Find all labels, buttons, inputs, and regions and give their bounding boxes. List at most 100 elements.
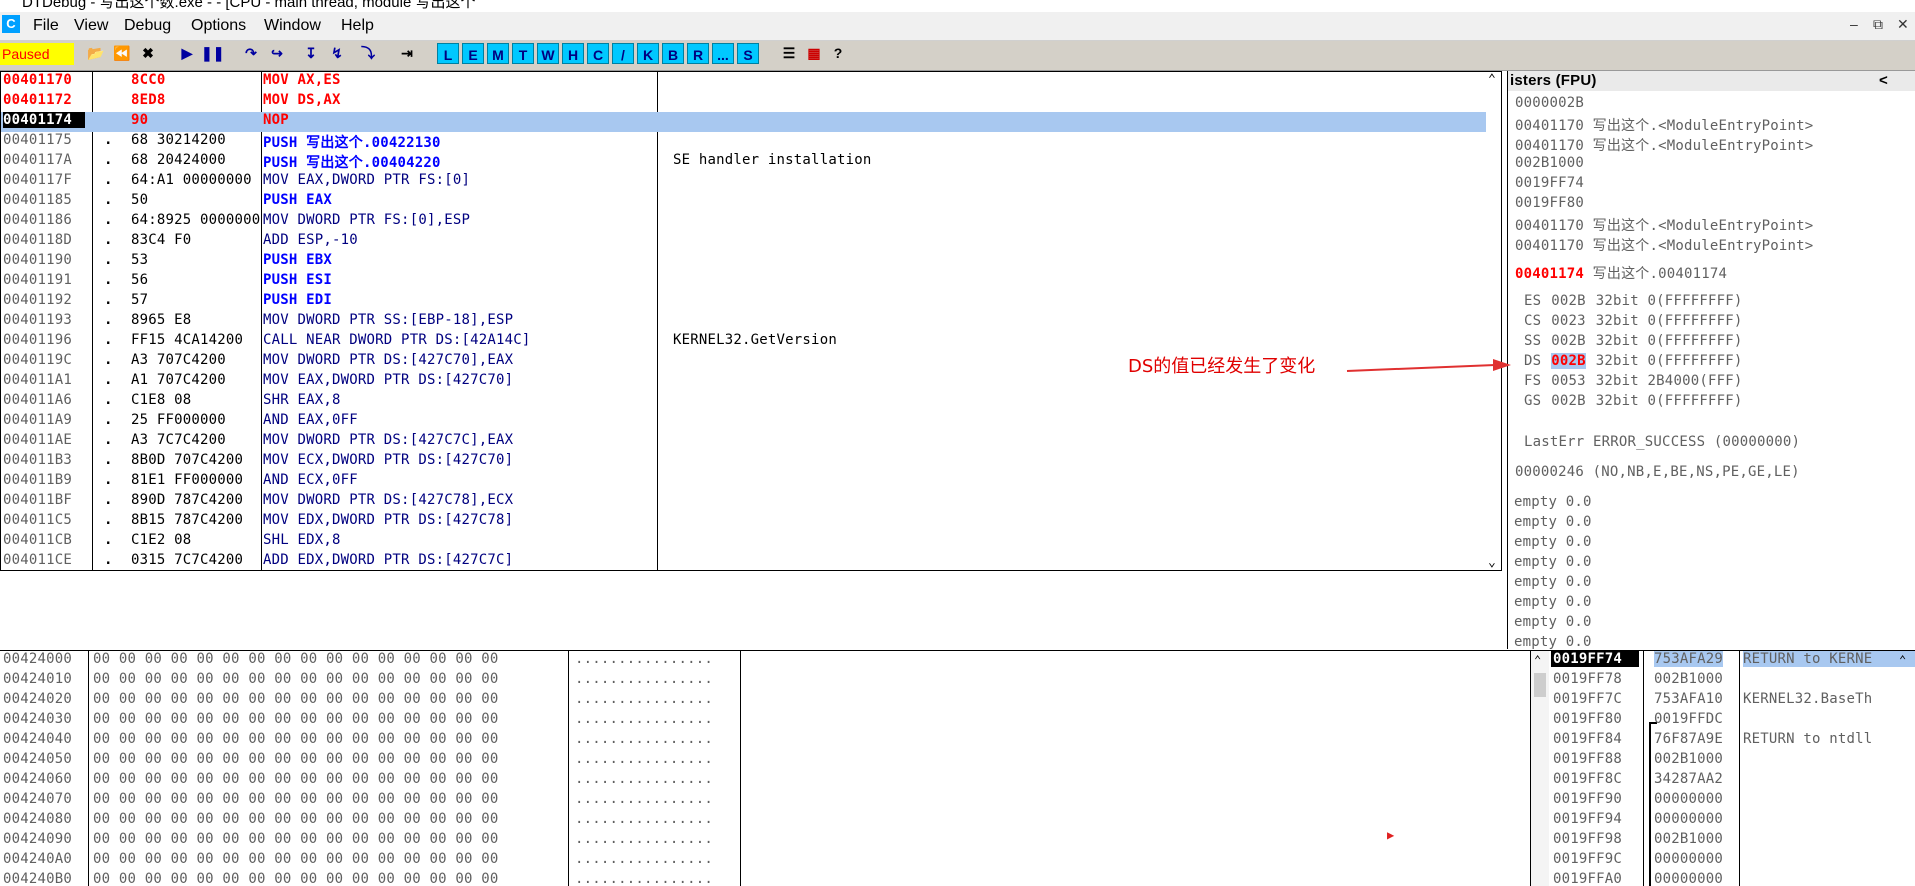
fpu-register-line[interactable]: empty 0.0	[1514, 634, 1592, 649]
disasm-row[interactable]: 0040118D. 83C4 F0 ADD ESP,-10	[1, 232, 1486, 252]
menu-debug[interactable]: Debug	[124, 17, 171, 35]
fpu-register-line[interactable]: empty 0.0	[1514, 614, 1592, 630]
close-icon[interactable]: ✕	[1897, 16, 1909, 33]
stack-row[interactable]: 0019FFA0 00000000	[1531, 871, 1915, 886]
disasm-row[interactable]: 00401175. 68 30214200 PUSH 写出这个.00422130	[1, 132, 1486, 152]
app-icon[interactable]: C	[2, 15, 20, 33]
menu-options[interactable]: Options	[191, 17, 246, 35]
toolbar-button-M[interactable]: M	[487, 43, 509, 64]
segment-register-row[interactable]: GS 002B 32bit 0(FFFFFFFF)	[1524, 393, 1742, 409]
disasm-row[interactable]: 00401174 90 NOP	[1, 112, 1486, 132]
dump-row[interactable]: 00424070 00 00 00 00 00 00 00 00 00 00 00…	[0, 791, 1530, 811]
stack-row[interactable]: 0019FF8C 34287AA2	[1531, 771, 1915, 791]
rewind-icon[interactable]: ⏪	[111, 42, 133, 64]
dump-row[interactable]: 00424000 00 00 00 00 00 00 00 00 00 00 00…	[0, 651, 1530, 671]
stack-row[interactable]: 0019FF80 0019FFDC	[1531, 711, 1915, 731]
eip-line[interactable]: 00401174 写出这个.00401174	[1515, 263, 1727, 283]
stack-row[interactable]: 0019FF84 76F87A9E RETURN to ntdll	[1531, 731, 1915, 751]
disasm-row[interactable]: 004011AE. A3 7C7C4200 MOV DWORD PTR DS:[42…	[1, 432, 1486, 452]
register-line[interactable]: 0019FF80	[1515, 195, 1584, 211]
disasm-row[interactable]: 0040117A. 68 20424000 PUSH 写出这个.00404220 SE…	[1, 152, 1486, 172]
toolbar-button-B[interactable]: B	[662, 43, 684, 64]
registers-pane[interactable]: isters (FPU) < 0000002B 00401170 写出这个.<Mo…	[1507, 71, 1915, 649]
dump-row[interactable]: 00424060 00 00 00 00 00 00 00 00 00 00 00…	[0, 771, 1530, 791]
scroll-down-icon[interactable]: ⌄	[1488, 555, 1496, 570]
disasm-row[interactable]: 00401191. 56 PUSH ESI	[1, 272, 1486, 292]
disasm-row[interactable]: 00401190. 53 PUSH EBX	[1, 252, 1486, 272]
stack-row[interactable]: 0019FF94 00000000	[1531, 811, 1915, 831]
registers-header[interactable]: isters (FPU) <	[1508, 71, 1915, 91]
register-line[interactable]: 0019FF74	[1515, 175, 1584, 191]
menu-window[interactable]: Window	[264, 17, 321, 35]
toolbar-button-L[interactable]: L	[437, 43, 459, 64]
disasm-row[interactable]: 0040117F. 64:A1 00000000 MOV EAX,DWORD PTR…	[1, 172, 1486, 192]
register-line[interactable]: 00401170 写出这个.<ModuleEntryPoint>	[1515, 115, 1813, 135]
fpu-register-line[interactable]: empty 0.0	[1514, 554, 1592, 570]
toolbar-button-slash[interactable]: /	[612, 43, 634, 64]
segment-register-row[interactable]: FS 0053 32bit 2B4000(FFF)	[1524, 373, 1742, 389]
disasm-row[interactable]: 00401170 8CC0 MOV AX,ES	[1, 72, 1486, 92]
grid-icon[interactable]: ▦	[803, 42, 825, 64]
menu-file[interactable]: File	[33, 17, 59, 35]
segment-register-row[interactable]: CS 0023 32bit 0(FFFFFFFF)	[1524, 313, 1742, 329]
stack-row[interactable]: 0019FF9C 00000000	[1531, 851, 1915, 871]
disasm-row[interactable]: 004011BF. 890D 787C4200 MOV DWORD PTR DS:[…	[1, 492, 1486, 512]
fpu-register-line[interactable]: empty 0.0	[1514, 594, 1592, 610]
dump-row[interactable]: 00424050 00 00 00 00 00 00 00 00 00 00 00…	[0, 751, 1530, 771]
stack-row[interactable]: 0019FF88 002B1000	[1531, 751, 1915, 771]
minimize-icon[interactable]: –	[1850, 16, 1858, 32]
step-into-icon[interactable]: ↷	[240, 42, 262, 64]
scroll-up-icon[interactable]: ⌃	[1488, 72, 1496, 87]
toolbar-button-H[interactable]: H	[562, 43, 584, 64]
disasm-row[interactable]: 004011C5. 8B15 787C4200 MOV EDX,DWORD PTR …	[1, 512, 1486, 532]
toolbar-button-R[interactable]: R	[687, 43, 709, 64]
register-line[interactable]: 002B1000	[1515, 155, 1584, 171]
stack-pane[interactable]: ⌃ 0019FF74 753AFA29 RETURN to KERNE 0019FF7…	[1530, 650, 1915, 886]
menu-view[interactable]: View	[74, 17, 108, 35]
disasm-row[interactable]: 004011A9. 25 FF000000 AND EAX,0FF	[1, 412, 1486, 432]
register-line[interactable]: 00401170 写出这个.<ModuleEntryPoint>	[1515, 235, 1813, 255]
fpu-register-line[interactable]: empty 0.0	[1514, 494, 1592, 510]
collapse-icon[interactable]: <	[1879, 71, 1888, 91]
dump-row[interactable]: 00424030 00 00 00 00 00 00 00 00 00 00 00…	[0, 711, 1530, 731]
dump-row[interactable]: 004240A0 00 00 00 00 00 00 00 00 00 00 00…	[0, 851, 1530, 871]
segment-register-row[interactable]: DS 002B 32bit 0(FFFFFFFF)	[1524, 353, 1742, 369]
fpu-register-line[interactable]: empty 0.0	[1514, 574, 1592, 590]
disasm-row[interactable]: 00401172 8ED8 MOV DS,AX	[1, 92, 1486, 112]
lasterr-line[interactable]: LastErr ERROR_SUCCESS (00000000)	[1524, 434, 1800, 450]
close-file-icon[interactable]: ✖	[137, 42, 159, 64]
menu-help[interactable]: Help	[341, 17, 374, 35]
trace-over-icon[interactable]: ↯	[326, 42, 348, 64]
disasm-row[interactable]: 00401185. 50 PUSH EAX	[1, 192, 1486, 212]
toolbar-button-K[interactable]: K	[637, 43, 659, 64]
dump-row[interactable]: 00424020 00 00 00 00 00 00 00 00 00 00 00…	[0, 691, 1530, 711]
toolbar-button-C[interactable]: C	[587, 43, 609, 64]
toolbar-button-ellipsis[interactable]: ...	[712, 43, 734, 64]
disasm-row[interactable]: 004011CB. C1E2 08 SHL EDX,8	[1, 532, 1486, 552]
help-icon[interactable]: ?	[827, 42, 849, 64]
restore-icon[interactable]: ⧉	[1873, 16, 1883, 33]
memory-dump-pane[interactable]: 00424000 00 00 00 00 00 00 00 00 00 00 00…	[0, 650, 1530, 886]
disasm-row[interactable]: 00401196. FF15 4CA14200 CALL NEAR DWORD PT…	[1, 332, 1486, 352]
segment-register-row[interactable]: ES 002B 32bit 0(FFFFFFFF)	[1524, 293, 1742, 309]
step-over-icon[interactable]: ↪	[266, 42, 288, 64]
register-line[interactable]: 00401170 写出这个.<ModuleEntryPoint>	[1515, 135, 1813, 155]
fpu-register-line[interactable]: empty 0.0	[1514, 534, 1592, 550]
pause-icon[interactable]: ❚❚	[201, 42, 224, 64]
dump-row[interactable]: 00424040 00 00 00 00 00 00 00 00 00 00 00…	[0, 731, 1530, 751]
disasm-row[interactable]: 00401192. 57 PUSH EDI	[1, 292, 1486, 312]
scroll-up-right-icon[interactable]: ⌃	[1899, 653, 1906, 667]
stack-row[interactable]: 0019FF74 753AFA29 RETURN to KERNE	[1531, 651, 1915, 671]
fpu-register-line[interactable]: empty 0.0	[1514, 514, 1592, 530]
disasm-row[interactable]: 004011B3. 8B0D 707C4200 MOV ECX,DWORD PTR …	[1, 452, 1486, 472]
goto-icon[interactable]: ⇥	[396, 42, 418, 64]
segment-register-row[interactable]: SS 002B 32bit 0(FFFFFFFF)	[1524, 333, 1742, 349]
disasm-row[interactable]: 004011CE. 0315 7C7C4200 ADD EDX,DWORD PTR …	[1, 552, 1486, 572]
trace-into-icon[interactable]: ↧	[300, 42, 322, 64]
disasm-row[interactable]: 00401193. 8965 E8 MOV DWORD PTR SS:[EBP-18…	[1, 312, 1486, 332]
disasm-row[interactable]: 00401186. 64:8925 00000000 MOV DWORD PTR F…	[1, 212, 1486, 232]
stack-row[interactable]: 0019FF90 00000000	[1531, 791, 1915, 811]
toolbar-button-W[interactable]: W	[537, 43, 559, 64]
execute-till-return-icon[interactable]: ⤵	[357, 42, 379, 64]
stack-row[interactable]: 0019FF7C 753AFA10 KERNEL32.BaseTh	[1531, 691, 1915, 711]
